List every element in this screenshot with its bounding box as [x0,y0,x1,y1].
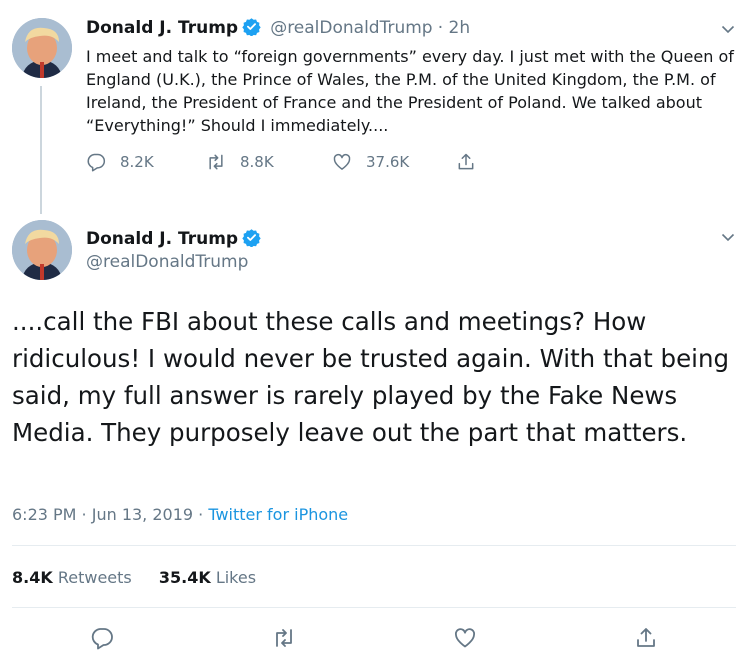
retweet-count: 8.8K [240,153,274,171]
reply-count: 8.2K [120,153,154,171]
likes-label: Likes [215,568,257,587]
author-name[interactable]: Donald J. Trump [86,18,238,38]
reply-button[interactable]: 8.2K [86,152,154,172]
heart-icon [333,153,351,170]
chevron-down-icon[interactable] [721,22,735,36]
retweet-button[interactable]: 8.8K [206,152,274,172]
verified-badge-icon [242,228,261,248]
tweet-source-link[interactable]: Twitter for iPhone [208,505,348,524]
chevron-down-icon[interactable] [721,230,735,244]
likes-stat[interactable]: 35.4K Likes [159,568,256,587]
reply-icon [87,153,106,172]
avatar[interactable] [12,220,72,280]
retweets-stat[interactable]: 8.4K Retweets [12,568,132,587]
retweets-count: 8.4K [12,568,53,587]
tweet-bottom-actions [0,626,748,652]
verified-badge-icon [242,17,261,37]
avatar[interactable] [12,18,72,78]
divider [12,545,736,546]
heart-icon[interactable] [453,626,477,650]
author-name[interactable]: Donald J. Trump [86,229,238,249]
tweet-header: Donald J. Trump [86,228,261,249]
share-button[interactable] [456,152,490,172]
tweet-text: ....call the FBI about these calls and m… [12,307,730,447]
author-handle[interactable]: @realDonaldTrump [270,18,432,38]
share-icon[interactable] [634,626,658,650]
retweet-icon [209,154,223,170]
reply-icon[interactable] [90,626,114,650]
share-icon [458,153,474,170]
tweet-text: I meet and talk to “foreign governments”… [86,47,734,135]
tweet-meta: 6:23 PM · Jun 13, 2019 · Twitter for iPh… [12,505,348,524]
thread-line [40,86,42,214]
like-button[interactable]: 37.6K [332,152,409,172]
retweets-label: Retweets [57,568,132,587]
likes-count: 35.4K [158,568,211,587]
tweet-header: Donald J. Trump @realDonaldTrump · 2h [86,17,470,38]
tweet-timestamp[interactable]: 6:23 PM · Jun 13, 2019 · [12,505,203,524]
retweet-icon[interactable] [272,626,296,650]
author-handle[interactable]: @realDonaldTrump [86,252,248,272]
tweet-stats: 8.4K Retweets 35.4K Likes [12,568,256,587]
divider [12,607,736,608]
like-count: 37.6K [366,153,410,171]
tweet-time[interactable]: · 2h [438,18,470,38]
